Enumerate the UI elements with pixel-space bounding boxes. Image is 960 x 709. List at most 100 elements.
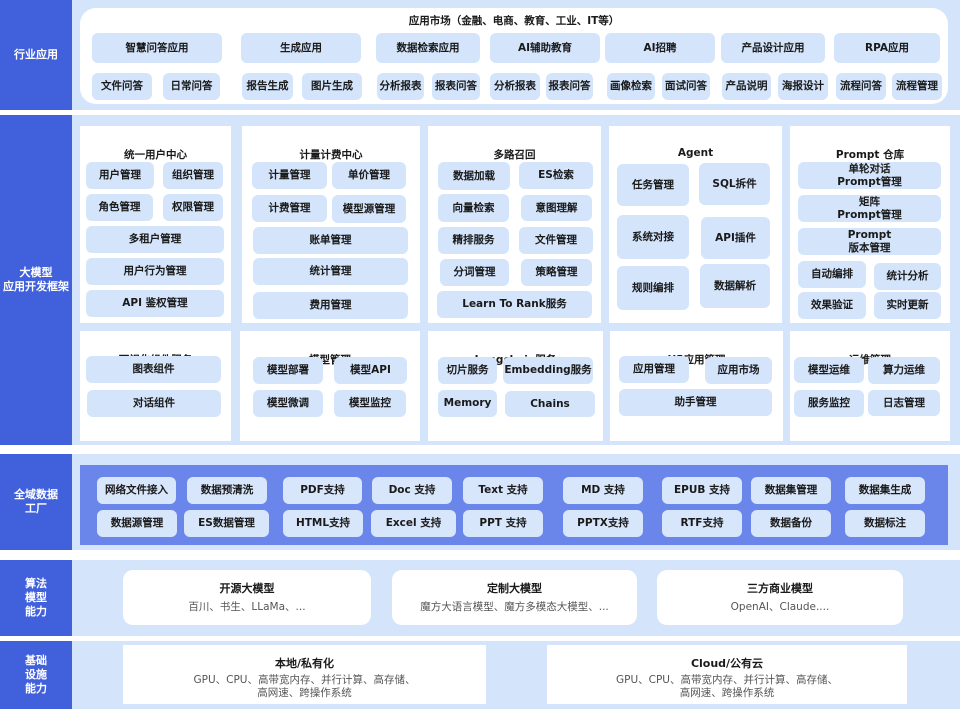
data-factory-item[interactable]: 数据预清洗 [187,477,267,504]
visual-item[interactable]: 图表组件 [86,356,221,383]
recall-item[interactable]: 意图理解 [521,195,592,221]
ops-item[interactable]: 算力运维 [868,357,940,384]
prompt-item-label: 统计分析 [886,270,929,282]
data-factory-item[interactable]: Excel 支持 [371,510,456,537]
data-factory-item[interactable]: Doc 支持 [372,477,452,504]
data-factory-item[interactable]: PPTX支持 [563,510,643,537]
billing-item[interactable]: 费用管理 [253,292,408,319]
user-center-item[interactable]: 权限管理 [163,194,223,221]
app-chip-sub[interactable]: 图片生成 [302,73,362,100]
prompt-item[interactable]: 实时更新 [874,292,941,319]
recall-item[interactable]: ES检索 [519,162,593,189]
billing-item[interactable]: 计费管理 [252,195,327,222]
data-factory-item[interactable]: 数据备份 [751,510,831,537]
data-factory-item-label: EPUB 支持 [673,484,731,496]
app-chip-sub[interactable]: 报表问答 [546,73,593,100]
data-factory-item[interactable]: Text 支持 [463,477,543,504]
app-chip-sub[interactable]: 报表问答 [432,73,480,100]
agent-item[interactable]: 数据解析 [700,264,770,308]
data-factory-item[interactable]: MD 支持 [563,477,643,504]
h5-item[interactable]: 助手管理 [619,389,772,416]
langchain-item[interactable]: Memory [438,390,497,417]
ops-item[interactable]: 模型运维 [794,357,864,383]
user-center-item[interactable]: 用户行为管理 [86,258,224,285]
model-mgmt-item[interactable]: 模型监控 [334,390,406,417]
h5-item[interactable]: 应用市场 [705,357,772,384]
data-factory-item[interactable]: 数据集生成 [845,477,925,504]
user-center-item[interactable]: API 鉴权管理 [86,290,224,317]
data-factory-item[interactable]: ES数据管理 [184,510,269,537]
app-chip-top[interactable]: AI辅助教育 [490,33,600,63]
prompt-item[interactable]: 矩阵 Prompt管理 [798,195,941,222]
recall-item[interactable]: 数据加载 [438,162,510,190]
agent-item[interactable]: 系统对接 [617,215,689,259]
user-center-item[interactable]: 用户管理 [86,162,154,189]
app-chip-sub[interactable]: 流程问答 [836,73,886,100]
agent-item[interactable]: 任务管理 [617,164,689,206]
ops-item[interactable]: 服务监控 [794,390,864,417]
model-mgmt-item[interactable]: 模型微调 [253,390,323,417]
app-chip-sub[interactable]: 分析报表 [377,73,424,100]
app-chip-sub[interactable]: 面试问答 [662,73,710,100]
model-mgmt-item[interactable]: 模型API [334,357,407,384]
recall-item[interactable]: 文件管理 [519,227,593,254]
user-center-item[interactable]: 角色管理 [86,194,153,221]
h5-item[interactable]: 应用管理 [619,356,689,383]
user-center-item[interactable]: 多租户管理 [86,226,224,253]
recall-item[interactable]: 向量检索 [438,194,509,222]
panel-ops: 运维管理模型运维算力运维服务监控日志管理 [790,331,950,441]
billing-item[interactable]: 账单管理 [253,227,408,254]
app-chip-sub[interactable]: 画像检索 [607,73,655,100]
app-chip-top[interactable]: AI招聘 [605,33,715,63]
model-mgmt-item[interactable]: 模型部署 [253,357,323,384]
langchain-item[interactable]: Chains [505,391,595,417]
app-chip-sub[interactable]: 日常问答 [163,73,220,100]
algorithm-band: 算法 模型 能力 开源大模型 百川、书生、LLaMa、... 定制大模型 魔方大语言… [0,560,960,636]
app-chip-sub[interactable]: 海报设计 [778,73,828,100]
agent-item[interactable]: 规则编排 [617,266,689,310]
prompt-item[interactable]: 自动编排 [798,261,866,288]
app-chip-top[interactable]: 智慧问答应用 [92,33,222,63]
app-chip-sub[interactable]: 分析报表 [490,73,540,100]
data-factory-item[interactable]: EPUB 支持 [662,477,742,504]
panel-recall-title: 多路召回 [493,149,536,161]
visual-item[interactable]: 对话组件 [87,390,221,417]
agent-item[interactable]: SQL拆件 [699,163,770,205]
app-chip-sub[interactable]: 文件问答 [92,73,152,100]
langchain-item[interactable]: Embedding服务 [503,357,593,384]
langchain-item[interactable]: 切片服务 [438,357,497,384]
user-center-item[interactable]: 组织管理 [163,162,223,189]
app-chip-top[interactable]: 数据检索应用 [376,33,480,63]
data-factory-item[interactable]: RTF支持 [662,510,742,537]
data-factory-item[interactable]: 数据源管理 [97,510,177,537]
agent-item[interactable]: API插件 [701,217,770,259]
billing-item[interactable]: 计量管理 [252,162,327,189]
recall-item[interactable]: Learn To Rank服务 [437,291,592,318]
app-chip-sub-label: 分析报表 [379,80,422,92]
app-chip-top[interactable]: 生成应用 [241,33,361,63]
data-factory-item[interactable]: HTML支持 [283,510,363,537]
data-factory-item[interactable]: 数据集管理 [751,477,831,504]
app-chip-sub[interactable]: 报告生成 [242,73,293,100]
prompt-item[interactable]: 效果验证 [798,292,866,319]
ops-item[interactable]: 日志管理 [868,390,940,416]
billing-item[interactable]: 单价管理 [332,162,406,189]
app-chip-sub[interactable]: 产品说明 [722,73,771,100]
billing-item[interactable]: 统计管理 [253,258,408,285]
recall-item[interactable]: 策略管理 [521,259,592,286]
app-chip-top[interactable]: 产品设计应用 [721,33,825,63]
prompt-item[interactable]: 统计分析 [874,263,941,290]
app-chip-sub[interactable]: 流程管理 [892,73,942,100]
app-chip-top-label: 产品设计应用 [741,41,805,54]
data-factory-item[interactable]: PDF支持 [283,477,362,504]
recall-item[interactable]: 精排服务 [438,227,509,254]
h5-item-label: 应用市场 [717,364,760,376]
data-factory-item[interactable]: PPT 支持 [463,510,543,537]
prompt-item[interactable]: 单轮对话 Prompt管理 [798,162,941,189]
app-chip-top[interactable]: RPA应用 [834,33,940,63]
billing-item[interactable]: 模型源管理 [332,195,406,223]
recall-item[interactable]: 分词管理 [440,259,509,286]
data-factory-item[interactable]: 数据标注 [845,510,925,537]
prompt-item[interactable]: Prompt 版本管理 [798,228,941,255]
data-factory-item[interactable]: 网络文件接入 [97,477,176,504]
